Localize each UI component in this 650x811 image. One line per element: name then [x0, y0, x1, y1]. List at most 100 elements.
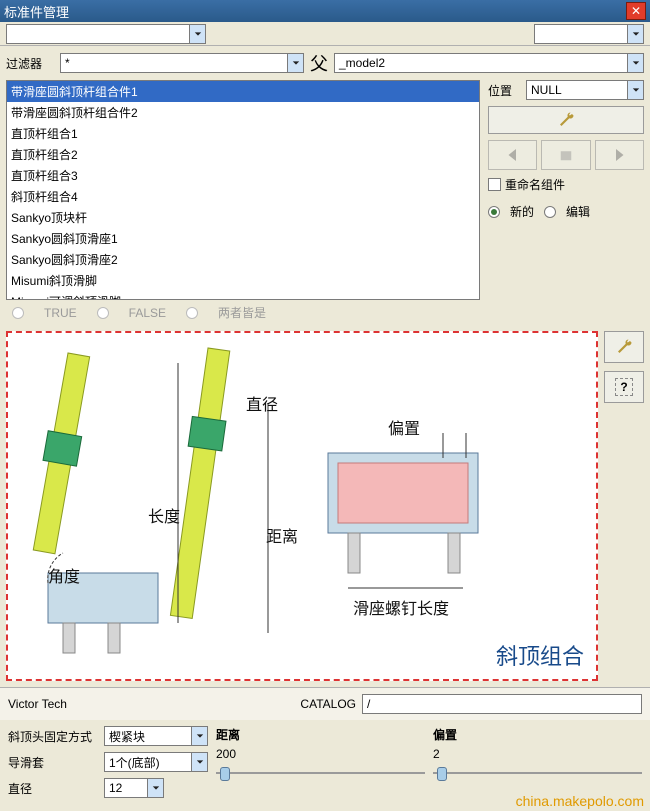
diagram-svg [8, 333, 528, 673]
diameter-label: 直径 [8, 780, 98, 797]
guide-dropdown[interactable]: 1个(底部) [104, 752, 208, 772]
chevron-down-icon [627, 54, 643, 72]
radio-both[interactable] [186, 307, 198, 319]
mode-dropdown[interactable] [534, 24, 644, 44]
position-label: 位置 [488, 82, 520, 99]
radio-new[interactable] [488, 206, 500, 218]
distance-col: 距离 200 [216, 726, 425, 781]
close-icon: ✕ [631, 4, 641, 18]
preview-pane: 直径 长度 距离 角度 偏置 滑座螺钉长度 斜顶组合 [6, 331, 598, 681]
param-row: 斜顶头固定方式 楔紧块 导滑套 1个(底部) 直径 12 距离 200 偏置 [0, 720, 650, 804]
label-screw-length: 滑座螺钉长度 [353, 595, 449, 619]
radio-true[interactable] [12, 307, 24, 319]
offset-col: 偏置 2 [433, 726, 642, 781]
fix-mode-value: 楔紧块 [109, 728, 145, 745]
offset-value: 2 [433, 747, 642, 761]
distance-value: 200 [216, 747, 425, 761]
radio-true-label: TRUE [44, 306, 77, 320]
preview-row: 直径 长度 距离 角度 偏置 滑座螺钉长度 斜顶组合 ? [0, 325, 650, 687]
filter-row: 过滤器 * 父 _model2 [0, 46, 650, 80]
nav-prev-button[interactable] [488, 140, 537, 170]
parent-value: _model2 [339, 56, 385, 70]
wrench-icon [615, 338, 633, 356]
list-item[interactable]: 斜顶杆组合4 [7, 186, 479, 207]
parent-label: 父 [310, 50, 328, 76]
label-length: 长度 [148, 503, 180, 527]
nav-next-button[interactable] [595, 140, 644, 170]
offset-slider[interactable] [433, 765, 642, 781]
tri-option-row: TRUE FALSE 两者皆是 [0, 300, 650, 325]
preview-help-button[interactable]: ? [604, 371, 644, 403]
label-angle: 角度 [48, 563, 80, 587]
param-left: 斜顶头固定方式 楔紧块 导滑套 1个(底部) 直径 12 [8, 726, 208, 798]
catalog-label: CATALOG [300, 697, 356, 711]
close-button[interactable]: ✕ [626, 2, 646, 20]
rename-label: 重命名组件 [505, 176, 565, 193]
preview-wrench-button[interactable] [604, 331, 644, 363]
radio-new-label: 新的 [510, 203, 534, 220]
diameter-dropdown[interactable]: 12 [104, 778, 164, 798]
position-value: NULL [531, 83, 562, 97]
catalog-input[interactable]: / [362, 694, 642, 714]
right-panel: 位置 NULL 重命名组件 新的 编辑 [488, 80, 644, 300]
parent-dropdown[interactable]: _model2 [334, 53, 644, 73]
chevron-down-icon [287, 54, 303, 72]
category-dropdown[interactable] [6, 24, 206, 44]
preview-title: 斜顶组合 [496, 639, 584, 671]
help-icon: ? [615, 378, 632, 396]
wrench-icon [557, 111, 575, 129]
radio-false-label: FALSE [129, 306, 166, 320]
label-distance: 距离 [266, 523, 298, 547]
list-item[interactable]: 直顶杆组合2 [7, 144, 479, 165]
component-listbox[interactable]: 带滑座圆斜顶杆组合件1带滑座圆斜顶杆组合件2直顶杆组合1直顶杆组合2直顶杆组合3… [6, 80, 480, 300]
chevron-down-icon [147, 779, 163, 797]
list-item[interactable]: 带滑座圆斜顶杆组合件1 [7, 81, 479, 102]
list-item[interactable]: Sankyo顶块杆 [7, 207, 479, 228]
radio-both-label: 两者皆是 [218, 304, 266, 321]
position-dropdown[interactable]: NULL [526, 80, 644, 100]
nav-add-button[interactable] [541, 140, 590, 170]
chevron-down-icon [191, 753, 207, 771]
label-offset: 偏置 [388, 415, 420, 439]
list-item[interactable]: Misumi可调斜顶滑脚 [7, 291, 479, 300]
list-item[interactable]: 直顶杆组合1 [7, 123, 479, 144]
filter-value: * [65, 56, 70, 70]
list-item[interactable]: Misumi斜顶滑脚 [7, 270, 479, 291]
window-title: 标准件管理 [4, 2, 69, 21]
top-toolbar [0, 22, 650, 46]
guide-value: 1个(底部) [109, 754, 160, 771]
vendor-row: Victor Tech CATALOG / [0, 687, 650, 720]
diameter-value: 12 [109, 781, 122, 795]
chevron-down-icon [627, 25, 643, 43]
footer-watermark: china.makepolo.com [516, 793, 644, 809]
chevron-down-icon [191, 727, 207, 745]
list-item[interactable]: Sankyo圆斜顶滑座1 [7, 228, 479, 249]
chevron-down-icon [627, 81, 643, 99]
guide-label: 导滑套 [8, 754, 98, 771]
wrench-button[interactable] [488, 106, 644, 134]
fix-mode-dropdown[interactable]: 楔紧块 [104, 726, 208, 746]
cube-icon [557, 146, 575, 164]
label-diameter: 直径 [246, 391, 278, 415]
list-item[interactable]: Sankyo圆斜顶滑座2 [7, 249, 479, 270]
distance-label: 距离 [216, 726, 425, 743]
checkbox-icon [488, 178, 501, 191]
vendor-name: Victor Tech [8, 697, 300, 711]
triangle-right-icon [610, 146, 628, 164]
radio-false[interactable] [97, 307, 109, 319]
list-item[interactable]: 带滑座圆斜顶杆组合件2 [7, 102, 479, 123]
filter-label: 过滤器 [6, 55, 54, 72]
titlebar: 标准件管理 ✕ [0, 0, 650, 22]
offset-label: 偏置 [433, 726, 642, 743]
preview-side-tools: ? [604, 331, 644, 681]
radio-edit[interactable] [544, 206, 556, 218]
nav-button-row [488, 140, 644, 170]
triangle-left-icon [504, 146, 522, 164]
list-item[interactable]: 直顶杆组合3 [7, 165, 479, 186]
rename-checkbox-row[interactable]: 重命名组件 [488, 176, 644, 193]
distance-slider[interactable] [216, 765, 425, 781]
new-edit-radio-row: 新的 编辑 [488, 199, 644, 224]
filter-input[interactable]: * [60, 53, 304, 73]
mid-section: 带滑座圆斜顶杆组合件1带滑座圆斜顶杆组合件2直顶杆组合1直顶杆组合2直顶杆组合3… [0, 80, 650, 300]
radio-edit-label: 编辑 [566, 203, 590, 220]
